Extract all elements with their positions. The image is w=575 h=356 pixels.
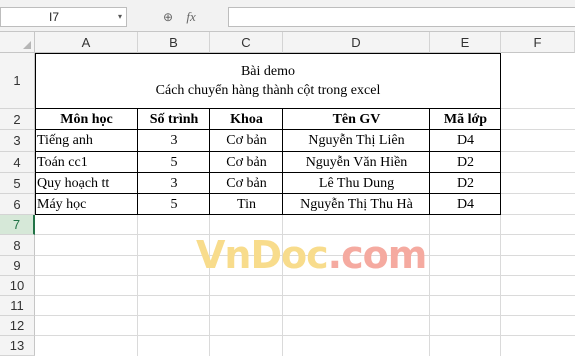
column-header-a[interactable]: A (35, 32, 138, 53)
row-header-13[interactable]: 13 (0, 336, 35, 356)
row-header-8[interactable]: 8 (0, 235, 35, 256)
row-header-10[interactable]: 10 (0, 276, 35, 296)
formula-bar: I7 ▾ ⊕ fx (0, 0, 575, 32)
cell-c3[interactable]: Cơ bản (210, 130, 283, 152)
cell-d3[interactable]: Nguyễn Thị Liên (283, 130, 430, 152)
watermark-part1: VnDoc (196, 233, 329, 277)
cell-b5[interactable]: 3 (138, 173, 210, 194)
row-header-6[interactable]: 6 (0, 194, 35, 215)
cell-a3[interactable]: Tiếng anh (35, 130, 138, 152)
cell-a5[interactable]: Quy hoạch tt (35, 173, 138, 194)
watermark-logo: VnDoc.com (196, 232, 428, 278)
column-header-d[interactable]: D (283, 32, 430, 53)
row-header-4[interactable]: 4 (0, 152, 35, 173)
column-header-e[interactable]: E (430, 32, 501, 53)
row-header-12[interactable]: 12 (0, 316, 35, 336)
select-all-corner[interactable] (0, 32, 35, 53)
row-header-7[interactable]: 7 (0, 215, 35, 235)
cell-e6[interactable]: D4 (430, 194, 501, 215)
cell-c4[interactable]: Cơ bản (210, 152, 283, 173)
cell-e3[interactable]: D4 (430, 130, 501, 152)
column-header-b[interactable]: B (138, 32, 210, 53)
header-cell-mon-hoc[interactable]: Môn học (35, 109, 138, 130)
row-header-2[interactable]: 2 (0, 109, 35, 130)
title-cell[interactable]: Bài demo Cách chuyển hàng thành cột tron… (35, 53, 501, 109)
watermark-part2: .com (327, 233, 428, 277)
cell-a6[interactable]: Máy học (35, 194, 138, 215)
formula-input[interactable] (228, 7, 575, 27)
zoom-icon[interactable]: ⊕ (163, 7, 173, 27)
sheet-subtitle: Cách chuyển hàng thành cột trong excel (155, 83, 381, 98)
cell-b6[interactable]: 5 (138, 194, 210, 215)
sheet-title: Bài demo (240, 64, 296, 79)
cell-d5[interactable]: Lê Thu Dung (283, 173, 430, 194)
insert-function-icon[interactable]: fx (186, 7, 195, 27)
cell-c6[interactable]: Tin (210, 194, 283, 215)
name-box-value: I7 (49, 10, 60, 24)
cell-c5[interactable]: Cơ bản (210, 173, 283, 194)
header-cell-ma-lop[interactable]: Mã lớp (430, 109, 501, 130)
column-header-c[interactable]: C (210, 32, 283, 53)
chevron-down-icon[interactable]: ▾ (118, 8, 122, 26)
cell-d6[interactable]: Nguyễn Thị Thu Hà (283, 194, 430, 215)
row-header-1[interactable]: 1 (0, 53, 35, 109)
row-header-11[interactable]: 11 (0, 296, 35, 316)
cell-e5[interactable]: D2 (430, 173, 501, 194)
header-cell-ten-gv[interactable]: Tên GV (283, 109, 430, 130)
header-cell-khoa[interactable]: Khoa (210, 109, 283, 130)
column-header-f[interactable]: F (501, 32, 575, 53)
cell-b4[interactable]: 5 (138, 152, 210, 173)
row-header-9[interactable]: 9 (0, 256, 35, 276)
header-cell-so-trinh[interactable]: Số trình (138, 109, 210, 130)
cell-a4[interactable]: Toán cc1 (35, 152, 138, 173)
row-header-3[interactable]: 3 (0, 130, 35, 152)
cell-b3[interactable]: 3 (138, 130, 210, 152)
row-header-5[interactable]: 5 (0, 173, 35, 194)
name-box[interactable]: I7 ▾ (0, 7, 127, 27)
cell-e4[interactable]: D2 (430, 152, 501, 173)
cell-d4[interactable]: Nguyễn Văn Hiền (283, 152, 430, 173)
formula-icons: ⊕ fx (163, 7, 223, 27)
